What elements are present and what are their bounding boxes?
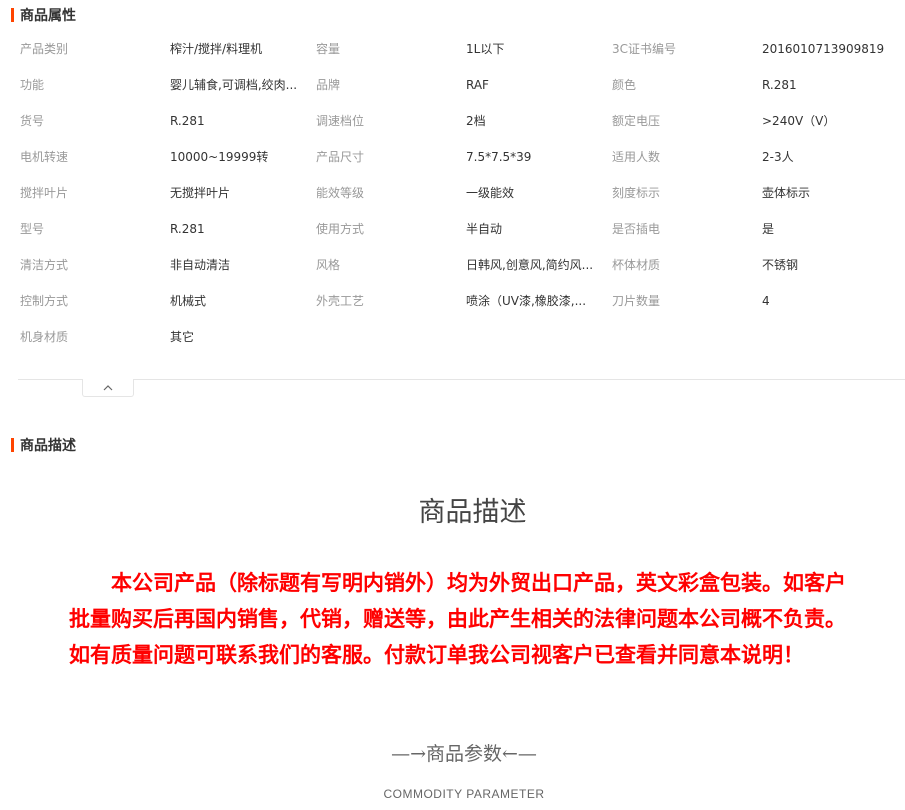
attribute-label: 功能: [20, 78, 45, 92]
attribute-value: 2-3人: [762, 150, 794, 164]
description-header: 商品描述: [11, 436, 76, 454]
attribute-row: 机身材质 其它: [0, 319, 905, 355]
attribute-value: 2016010713909819: [762, 42, 885, 56]
attributes-title: 商品属性: [20, 7, 76, 23]
attribute-value: 无搅拌叶片: [170, 186, 231, 200]
attribute-value: 不锈钢: [762, 258, 799, 272]
attribute-value: RAF: [466, 78, 489, 92]
attribute-label: 型号: [20, 222, 45, 236]
attribute-label: 品牌: [316, 78, 341, 92]
attribute-value: R.281: [170, 114, 205, 128]
attribute-label: 控制方式: [20, 294, 69, 308]
param-subheading: COMMODITY PARAMETER: [383, 787, 545, 801]
attribute-value: >240V（V）: [762, 114, 836, 128]
attribute-value: 10000~19999转: [170, 150, 269, 164]
attribute-label: 是否插电: [612, 222, 661, 236]
attribute-value: 喷涂（UV漆,橡胶漆,...: [466, 294, 587, 308]
attribute-label: 风格: [316, 258, 341, 272]
attribute-label: 刀片数量: [612, 294, 661, 308]
attribute-value: R.281: [762, 78, 797, 92]
attribute-label: 货号: [20, 114, 45, 128]
collapse-button[interactable]: [82, 379, 134, 397]
description-title: 商品描述: [20, 437, 76, 453]
attribute-row: 控制方式 机械式 外壳工艺 喷涂（UV漆,橡胶漆,... 刀片数量 4: [0, 283, 905, 319]
description-heading: 商品描述: [418, 497, 527, 528]
attribute-label: 刻度标示: [612, 186, 661, 200]
attributes-header: 商品属性: [11, 6, 76, 24]
attribute-value: 榨汁/搅拌/料理机: [170, 42, 263, 56]
attribute-label: 3C证书编号: [612, 42, 677, 56]
attribute-label: 清洁方式: [20, 258, 69, 272]
attribute-label: 适用人数: [612, 150, 661, 164]
attribute-label: 产品尺寸: [316, 150, 365, 164]
attribute-row: 产品类别 榨汁/搅拌/料理机 容量 1L以下 3C证书编号 201601071390981…: [0, 31, 905, 67]
attribute-row: 型号 R.281 使用方式 半自动 是否插电 是: [0, 211, 905, 247]
attribute-value: 2档: [466, 114, 486, 128]
attribute-label: 电机转速: [20, 150, 69, 164]
attributes-table: 产品类别 榨汁/搅拌/料理机 容量 1L以下 3C证书编号 201601071390981…: [0, 31, 905, 355]
attribute-row: 功能 婴儿辅食,可调档,绞肉... 品牌 RAF 颜色 R.281: [0, 67, 905, 103]
attribute-label: 产品类别: [20, 42, 69, 56]
attributes-divider: [18, 379, 905, 380]
attribute-label: 调速档位: [316, 114, 365, 128]
attribute-label: 搅拌叶片: [20, 186, 69, 200]
attribute-label: 使用方式: [316, 222, 365, 236]
attribute-value: 机械式: [170, 294, 207, 308]
attribute-value: 1L以下: [466, 42, 505, 56]
attribute-label: 能效等级: [316, 186, 365, 200]
attribute-row: 清洁方式 非自动清洁 风格 日韩风,创意风,简约风... 杯体材质 不锈钢: [0, 247, 905, 283]
attribute-row: 货号 R.281 调速档位 2档 额定电压 >240V（V）: [0, 103, 905, 139]
attribute-label: 容量: [316, 42, 341, 56]
attribute-value: 是: [762, 222, 775, 236]
attribute-label: 杯体材质: [612, 258, 661, 272]
attribute-label: 颜色: [612, 78, 637, 92]
attribute-value: 壶体标示: [762, 186, 811, 200]
attribute-value: 4: [762, 294, 770, 308]
disclaimer-notice: 本公司产品（除标题有写明内销外）均为外贸出口产品，英文彩盒包装。如客户批量购买后…: [69, 571, 846, 667]
accent-bar: [11, 438, 14, 452]
accent-bar: [11, 8, 14, 22]
attribute-label: 额定电压: [612, 114, 661, 128]
chevron-up-icon: [103, 384, 113, 390]
attribute-label: 机身材质: [20, 330, 69, 344]
attribute-value: 日韩风,创意风,简约风...: [466, 258, 594, 272]
attribute-row: 电机转速 10000~19999转 产品尺寸 7.5*7.5*39 适用人数 2-3人: [0, 139, 905, 175]
attribute-value: 非自动清洁: [170, 258, 231, 272]
attribute-value: 半自动: [466, 222, 503, 236]
attribute-value: R.281: [170, 222, 205, 236]
attribute-row: 搅拌叶片 无搅拌叶片 能效等级 一级能效 刻度标示 壶体标示: [0, 175, 905, 211]
attribute-value: 7.5*7.5*39: [466, 150, 532, 164]
attribute-value: 其它: [170, 330, 195, 344]
param-heading: —→商品参数←—: [391, 743, 537, 765]
attribute-value: 婴儿辅食,可调档,绞肉...: [170, 78, 298, 92]
attribute-label: 外壳工艺: [316, 294, 365, 308]
attribute-value: 一级能效: [466, 186, 515, 200]
